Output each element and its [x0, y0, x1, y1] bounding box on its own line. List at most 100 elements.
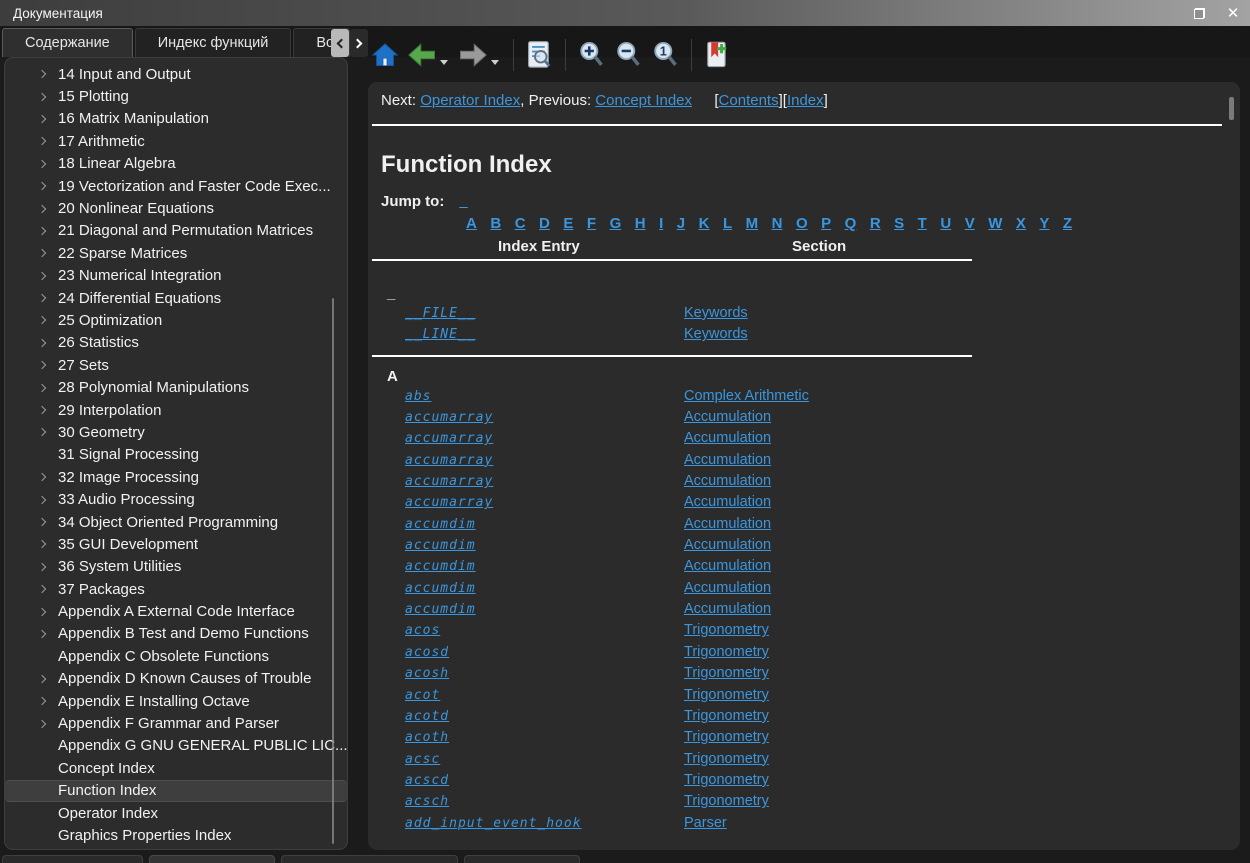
bottom-button[interactable]	[281, 855, 458, 863]
section-link[interactable]: Accumulation	[684, 516, 771, 532]
function-link[interactable]: accumdim	[405, 538, 476, 553]
sidebar-item[interactable]: 31 Signal Processing	[5, 444, 347, 466]
chevron-right-icon[interactable]	[35, 626, 51, 642]
chevron-right-icon[interactable]	[35, 312, 51, 328]
chevron-right-icon[interactable]	[35, 469, 51, 485]
section-link[interactable]: Trigonometry	[684, 729, 769, 745]
sidebar-item[interactable]: 33 Audio Processing	[5, 488, 347, 510]
sidebar-scrollbar[interactable]	[332, 298, 334, 844]
jump-letter-link[interactable]: I	[659, 215, 663, 232]
chevron-right-icon[interactable]	[35, 536, 51, 552]
section-link[interactable]: Trigonometry	[684, 772, 769, 788]
chevron-right-icon[interactable]	[35, 89, 51, 105]
chevron-right-icon[interactable]	[35, 290, 51, 306]
function-link[interactable]: acsch	[405, 794, 449, 809]
sidebar-item[interactable]: Appendix E Installing Octave	[5, 690, 347, 712]
section-link[interactable]: Trigonometry	[684, 793, 769, 809]
chevron-right-icon[interactable]	[35, 402, 51, 418]
zoom-in-button[interactable]	[576, 38, 606, 72]
chevron-right-icon[interactable]	[35, 66, 51, 82]
section-link[interactable]: Complex Arithmetic	[684, 388, 809, 404]
section-link[interactable]: Accumulation	[684, 494, 771, 510]
jump-letter-link[interactable]: Q	[845, 215, 857, 232]
function-link[interactable]: accumarray	[405, 453, 493, 468]
jump-letter-link[interactable]: H	[635, 215, 646, 232]
chevron-right-icon[interactable]	[35, 693, 51, 709]
contents-link[interactable]: Contents	[719, 92, 779, 109]
tab-scroll-right-button[interactable]	[350, 29, 368, 57]
section-link[interactable]: Accumulation	[684, 558, 771, 574]
forward-history-dropdown-icon[interactable]	[491, 60, 499, 65]
section-link[interactable]: Trigonometry	[684, 644, 769, 660]
sidebar-item[interactable]: 20 Nonlinear Equations	[5, 197, 347, 219]
sidebar-item[interactable]: Graphics Properties Index	[5, 824, 347, 846]
jump-letter-link[interactable]: P	[821, 215, 831, 232]
sidebar-item[interactable]: 22 Sparse Matrices	[5, 242, 347, 264]
sidebar-item[interactable]: 24 Differential Equations	[5, 287, 347, 309]
jump-letter-link[interactable]: F	[587, 215, 596, 232]
section-link[interactable]: Trigonometry	[684, 665, 769, 681]
jump-letter-link[interactable]: S	[894, 215, 904, 232]
tab-scroll-left-button[interactable]	[331, 29, 349, 57]
jump-letter-link[interactable]: U	[940, 215, 951, 232]
function-link[interactable]: __FILE__	[405, 306, 476, 321]
back-history-dropdown-icon[interactable]	[440, 60, 448, 65]
restore-window-button[interactable]	[1182, 0, 1216, 26]
sidebar-item[interactable]: 18 Linear Algebra	[5, 153, 347, 175]
sidebar-item[interactable]: 27 Sets	[5, 354, 347, 376]
sidebar-item[interactable]: 37 Packages	[5, 578, 347, 600]
jump-letter-link[interactable]: W	[988, 215, 1002, 232]
chevron-right-icon[interactable]	[35, 133, 51, 149]
jump-letter-link[interactable]: E	[563, 215, 573, 232]
function-link[interactable]: acotd	[405, 709, 449, 724]
function-link[interactable]: accumarray	[405, 410, 493, 425]
section-link[interactable]: Keywords	[684, 305, 748, 321]
chevron-right-icon[interactable]	[35, 156, 51, 172]
jump-letter-link[interactable]: O	[796, 215, 808, 232]
forward-button[interactable]	[458, 38, 488, 72]
chevron-right-icon[interactable]	[35, 201, 51, 217]
sidebar-item[interactable]: 29 Interpolation	[5, 399, 347, 421]
back-button[interactable]	[407, 38, 437, 72]
function-link[interactable]: acoth	[405, 730, 449, 745]
sidebar-item[interactable]: Function Index	[5, 780, 347, 802]
sidebar-item[interactable]: 34 Object Oriented Programming	[5, 511, 347, 533]
sidebar-item[interactable]: Appendix B Test and Demo Functions	[5, 623, 347, 645]
jump-letter-link[interactable]: C	[515, 215, 526, 232]
index-link[interactable]: Index	[787, 92, 824, 109]
sidebar-item[interactable]: 17 Arithmetic	[5, 130, 347, 152]
bottom-button[interactable]	[149, 855, 275, 863]
chevron-right-icon[interactable]	[35, 178, 51, 194]
jump-letter-link[interactable]: V	[965, 215, 975, 232]
function-link[interactable]: acsc	[405, 752, 440, 767]
section-link[interactable]: Keywords	[684, 326, 748, 342]
jump-letter-link[interactable]: X	[1016, 215, 1026, 232]
tab-индекс-функций[interactable]: Индекс функций	[135, 28, 292, 57]
sidebar-item[interactable]: Operator Index	[5, 802, 347, 824]
jump-letter-link[interactable]: R	[870, 215, 881, 232]
sidebar-item[interactable]: 19 Vectorization and Faster Code Exec...	[5, 175, 347, 197]
bookmark-add-button[interactable]	[702, 38, 732, 72]
chevron-right-icon[interactable]	[35, 559, 51, 575]
chevron-right-icon[interactable]	[35, 357, 51, 373]
jump-letter-link[interactable]: J	[677, 215, 685, 232]
sidebar-item[interactable]: 16 Matrix Manipulation	[5, 108, 347, 130]
main-scrollbar-thumb[interactable]	[1229, 97, 1234, 120]
close-window-button[interactable]: ✕	[1216, 0, 1250, 26]
bottom-button[interactable]	[2, 855, 143, 863]
sidebar-item[interactable]: Concept Index	[5, 757, 347, 779]
chevron-right-icon[interactable]	[35, 492, 51, 508]
jump-underscore-link[interactable]: _	[459, 193, 467, 210]
sidebar-item[interactable]: Appendix G GNU GENERAL PUBLIC LIC...	[5, 735, 347, 757]
next-link[interactable]: Operator Index	[420, 92, 520, 109]
bottom-button[interactable]	[464, 855, 580, 863]
sidebar-item[interactable]: 15 Plotting	[5, 85, 347, 107]
function-link[interactable]: abs	[405, 389, 431, 404]
chevron-right-icon[interactable]	[35, 111, 51, 127]
jump-letter-link[interactable]: G	[610, 215, 622, 232]
function-link[interactable]: accumarray	[405, 431, 493, 446]
function-link[interactable]: acot	[405, 688, 440, 703]
section-link[interactable]: Trigonometry	[684, 708, 769, 724]
function-link[interactable]: add_input_event_hook	[405, 816, 582, 831]
jump-letter-link[interactable]: Y	[1039, 215, 1049, 232]
